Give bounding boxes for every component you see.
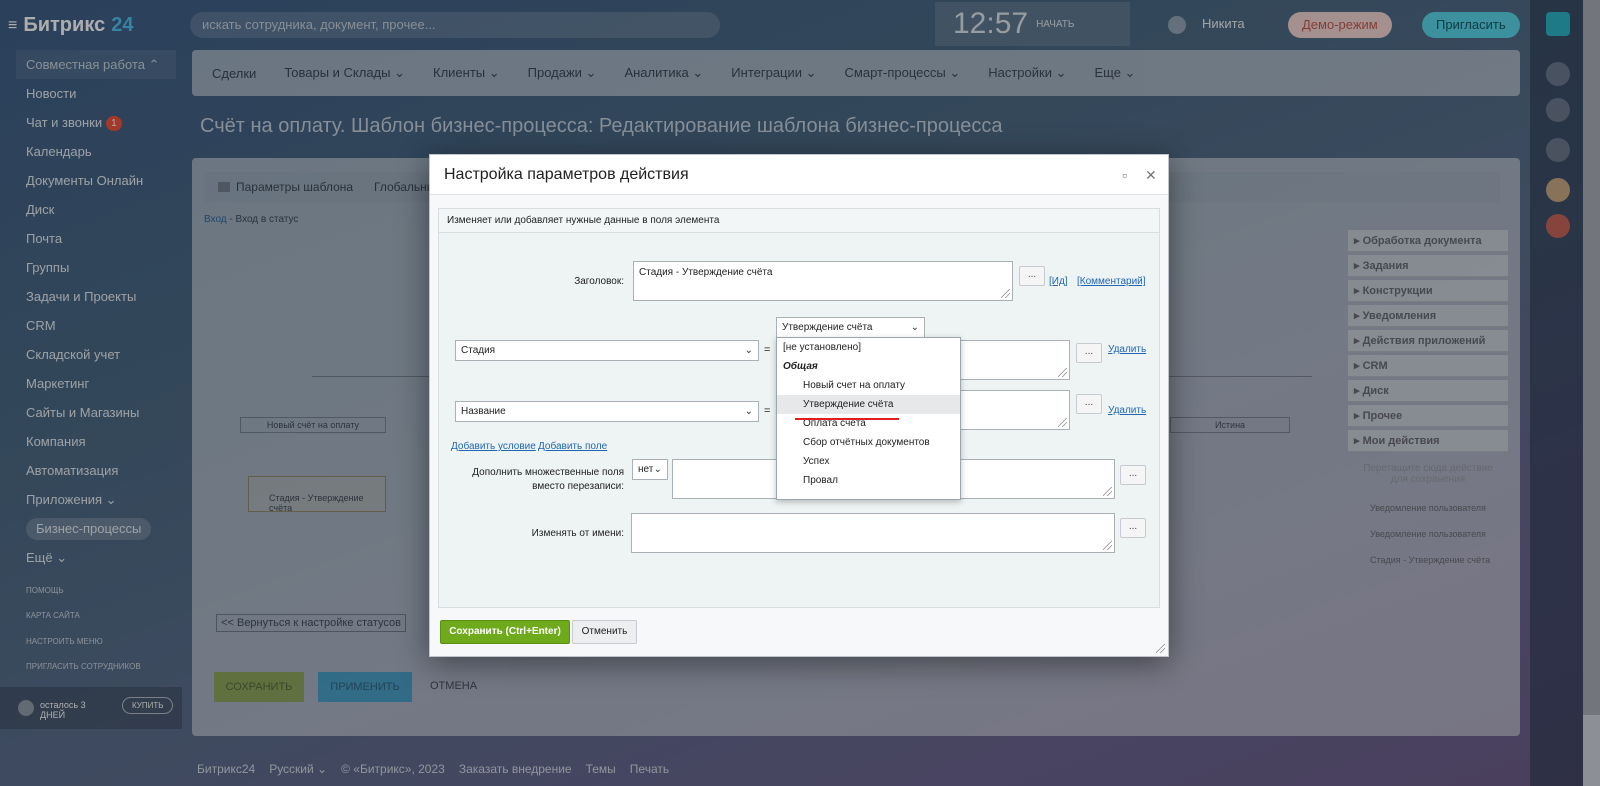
- equals-sign: =: [764, 405, 771, 417]
- comment-link[interactable]: [Комментарий]: [1077, 276, 1146, 287]
- name-value-field[interactable]: [955, 390, 1070, 430]
- title-label: Заголовок:: [574, 276, 624, 287]
- multi-fields-select[interactable]: нет ⌄: [632, 459, 668, 480]
- delete-name-link[interactable]: Удалить: [1108, 405, 1146, 416]
- chevron-down-icon: ⌄: [744, 345, 753, 356]
- multi-fields-label: Дополнить множественные поля вместо пере…: [472, 467, 624, 492]
- dropdown-option[interactable]: [не установлено]: [777, 338, 960, 357]
- dropdown-option[interactable]: Успех: [777, 452, 960, 471]
- add-condition-link[interactable]: Добавить условие: [451, 441, 536, 452]
- dialog-cancel-button[interactable]: Отменить: [572, 620, 637, 644]
- equals-sign: =: [764, 344, 771, 356]
- multi-fields-grip[interactable]: [1103, 487, 1112, 496]
- dropdown-option[interactable]: Провал: [777, 471, 960, 490]
- title-field-grip[interactable]: [1001, 289, 1010, 298]
- field-select-stage[interactable]: Стадия ⌄: [455, 340, 759, 361]
- dropdown-option[interactable]: Новый счет на оплату: [777, 376, 960, 395]
- dropdown-option[interactable]: Оплата счёта: [777, 414, 960, 433]
- annotation-underline: [795, 418, 899, 420]
- field-select-name-text: Название: [461, 406, 506, 417]
- change-from-field[interactable]: [631, 513, 1115, 553]
- dialog-title: Настройка параметров действия: [444, 166, 689, 183]
- field-select-stage-text: Стадия: [461, 345, 496, 356]
- change-from-grip[interactable]: [1103, 541, 1112, 550]
- name-dots-button[interactable]: ...: [1076, 394, 1102, 414]
- change-from-dots-button[interactable]: ...: [1120, 518, 1146, 538]
- name-field-grip[interactable]: [1058, 418, 1067, 427]
- dropdown-group-label: Общая: [783, 361, 818, 372]
- dropdown-option[interactable]: Утверждение счёта: [777, 395, 960, 414]
- title-dots-button[interactable]: ...: [1019, 266, 1045, 286]
- multi-dots-button[interactable]: ...: [1120, 465, 1146, 485]
- change-from-label: Изменять от имени:: [531, 528, 624, 539]
- id-link[interactable]: [Ид]: [1049, 276, 1068, 287]
- field-select-name[interactable]: Название ⌄: [455, 401, 759, 422]
- title-value: Стадия - Утверждение счёта: [639, 267, 773, 278]
- chevron-down-icon: ⌄: [653, 464, 662, 475]
- delete-stage-link[interactable]: Удалить: [1108, 344, 1146, 355]
- chevron-down-icon: ⌄: [910, 322, 919, 333]
- stage-value-select[interactable]: Утверждение счёта ⌄: [776, 317, 925, 338]
- stage-field-grip[interactable]: [1058, 368, 1067, 377]
- stage-value-text: Утверждение счёта: [782, 322, 873, 333]
- dialog-description: Изменяет или добавляет нужные данные в п…: [439, 209, 1159, 233]
- dialog-resize-grip[interactable]: [1156, 644, 1165, 653]
- dialog-save-button[interactable]: Сохранить (Ctrl+Enter): [440, 620, 570, 644]
- dialog-header: Настройка параметров действия ▫ ✕: [430, 155, 1168, 195]
- close-icon[interactable]: ✕: [1145, 155, 1157, 195]
- title-field[interactable]: Стадия - Утверждение счёта: [633, 261, 1013, 301]
- multi-fields-value: нет: [638, 464, 654, 475]
- stage-value-field[interactable]: [955, 340, 1070, 380]
- stage-dots-button[interactable]: ...: [1076, 343, 1102, 363]
- add-field-link[interactable]: Добавить поле: [538, 441, 607, 452]
- dropdown-option[interactable]: Сбор отчётных документов: [777, 433, 960, 452]
- chevron-down-icon: ⌄: [744, 406, 753, 417]
- maximize-icon[interactable]: ▫: [1122, 155, 1127, 195]
